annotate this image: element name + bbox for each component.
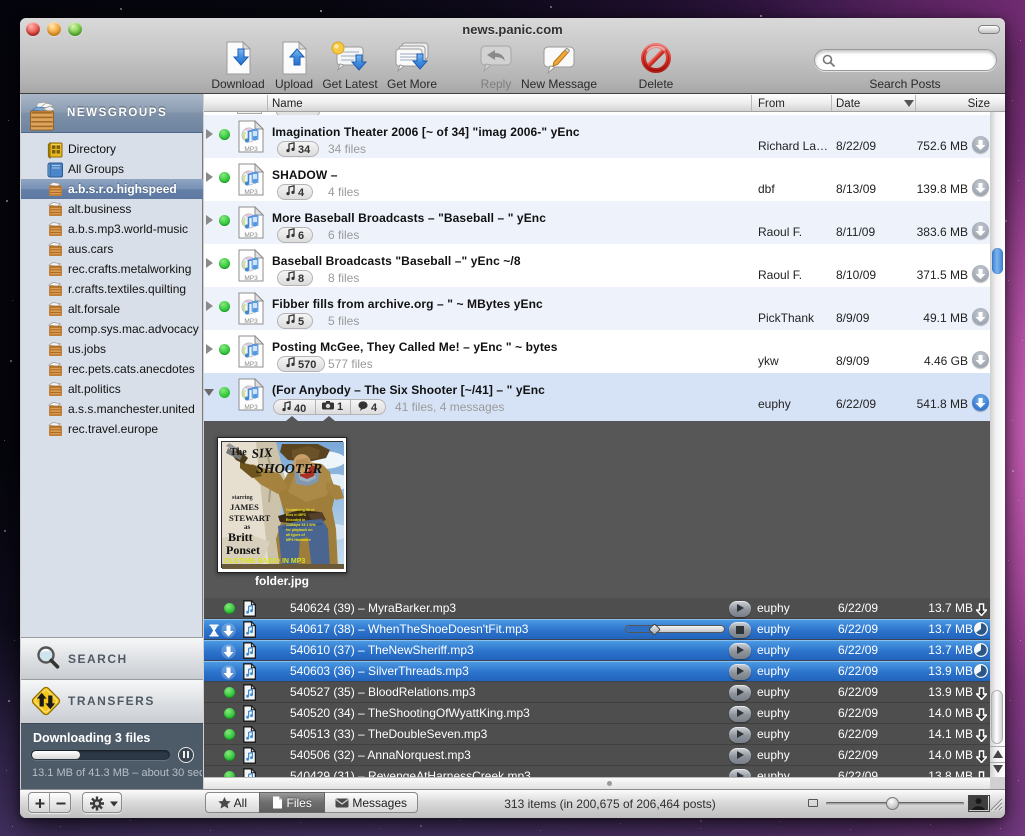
svg-text:MP3: MP3	[244, 404, 258, 411]
svg-text:MP3: MP3	[244, 361, 258, 368]
svg-text:Encoded in: Encoded in	[286, 518, 305, 522]
svg-text:OLDTIME RADIO IN MP3: OLDTIME RADIO IN MP3	[224, 558, 305, 565]
svg-text:MP3 Hardware: MP3 Hardware	[286, 538, 311, 542]
svg-text:files in MP3: files in MP3	[286, 513, 306, 517]
svg-text:Britt: Britt	[228, 530, 253, 544]
svg-text:SHOOTER: SHOOTER	[256, 462, 322, 477]
svg-text:MP3: MP3	[244, 318, 258, 325]
svg-text:Ponset: Ponset	[226, 543, 260, 557]
svg-text:JAMES: JAMES	[230, 502, 259, 512]
svg-text:STEWART: STEWART	[229, 513, 271, 523]
svg-text:for playback on: for playback on	[286, 528, 313, 532]
svg-text:MP3: MP3	[244, 232, 258, 239]
svg-text:MP3: MP3	[244, 146, 258, 153]
svg-text:starring: starring	[232, 495, 253, 501]
svg-text:Containing 39 of: Containing 39 of	[286, 508, 315, 512]
svg-text:MP3: MP3	[244, 275, 258, 282]
svg-text:all types of: all types of	[286, 533, 306, 537]
svg-text:SIX: SIX	[251, 445, 273, 461]
svg-text:The: The	[230, 447, 247, 458]
svg-text:128kbps 44.1 kHz: 128kbps 44.1 kHz	[286, 523, 316, 527]
svg-text:MP3: MP3	[244, 189, 258, 196]
